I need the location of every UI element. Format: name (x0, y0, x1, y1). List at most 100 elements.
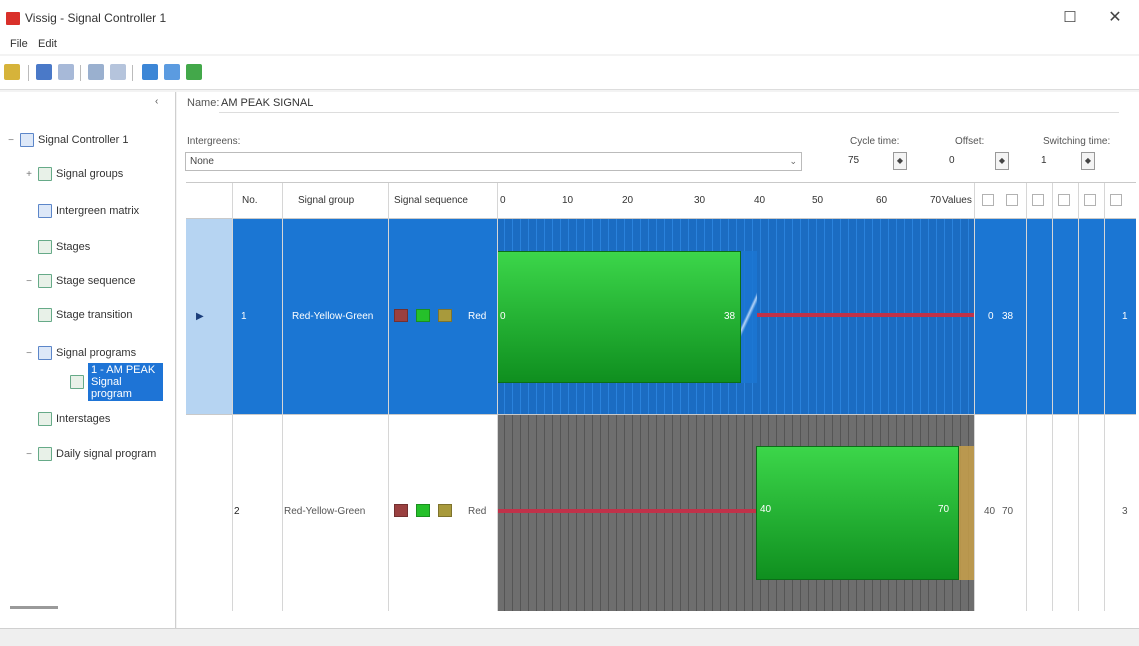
cycle-time-label: Cycle time: (850, 136, 900, 147)
tree-toggle[interactable]: + (24, 169, 34, 180)
save-icon[interactable] (4, 64, 20, 80)
stage-transition-icon (38, 308, 52, 322)
name-label: Name: (187, 97, 220, 109)
green-end-label: 70 (938, 504, 950, 515)
green-end-label: 38 (724, 311, 736, 322)
intergreens-value: None (190, 156, 214, 167)
intergreens-label: Intergreens: (187, 136, 241, 147)
tree-item-intergreen-matrix[interactable]: Intergreen matrix (38, 201, 139, 221)
tree-item-label: Intergreen matrix (56, 205, 140, 217)
red-phase-line[interactable] (757, 313, 974, 317)
table-icon[interactable] (164, 64, 180, 80)
value-tail: 3 (1122, 506, 1128, 517)
cut-icon[interactable] (88, 64, 104, 80)
header-tick: 50 (812, 195, 824, 206)
green-phase-bar[interactable] (497, 251, 741, 383)
paste-icon[interactable] (110, 64, 126, 80)
tree-item-label: Stage transition (56, 309, 133, 321)
tree-toggle[interactable]: − (24, 348, 34, 359)
header-tick: 70 (930, 195, 942, 206)
tree-item-daily-signal-program[interactable]: − Daily signal program (24, 444, 156, 464)
switching-time-spinner[interactable]: ◆ (1081, 152, 1095, 170)
tree-item-label: 1 - AM PEAK Signal program (88, 363, 163, 401)
tree-item-interstages[interactable]: Interstages (38, 409, 110, 429)
tree-item-stage-sequence[interactable]: − Stage sequence (24, 271, 136, 291)
tree-toggle[interactable]: − (24, 276, 34, 287)
table-row-values (974, 219, 1136, 414)
header-tick: 30 (694, 195, 706, 206)
tree-item-stages[interactable]: Stages (38, 237, 90, 257)
matrix-icon (38, 204, 52, 218)
green-phase-bar[interactable] (756, 446, 959, 580)
undo-icon[interactable] (36, 64, 52, 80)
row-number: 1 (241, 311, 247, 322)
column-divider (1078, 183, 1079, 611)
tree-toggle[interactable]: − (24, 449, 34, 460)
red-sequence-swatch (394, 504, 408, 517)
amber-sequence-swatch (438, 504, 452, 517)
tree-item-signal-groups[interactable]: + Signal groups (24, 164, 123, 184)
red-sequence-swatch (394, 309, 408, 322)
intergreens-select[interactable]: None ⌄ (185, 152, 802, 171)
value-tail: 1 (1122, 311, 1128, 322)
tree-item-label: Daily signal program (56, 448, 157, 460)
value-b: 38 (1002, 311, 1014, 322)
offset-spinner[interactable]: ◆ (995, 152, 1009, 170)
green-start-label: 0 (500, 311, 506, 322)
amber-phase-bar[interactable] (959, 446, 974, 580)
row-arrow-icon: ▶ (196, 311, 204, 322)
green-state-swatch (1058, 194, 1070, 206)
cycle-time-spinner[interactable]: ◆ (893, 152, 907, 170)
tree-item-am-peak[interactable]: 1 - AM PEAK Signal program (70, 363, 163, 401)
app-icon (6, 12, 20, 25)
menu-file[interactable]: File (10, 38, 28, 50)
cycle-time-field[interactable]: 75 (848, 152, 859, 171)
redo-icon[interactable] (58, 64, 74, 80)
title-bar: Vissig - Signal Controller 1 ☐ ✕ (0, 0, 1139, 36)
settings-icon[interactable] (186, 64, 202, 80)
chart-icon[interactable] (142, 64, 158, 80)
tree-toggle[interactable]: − (6, 135, 16, 146)
tree-item-label: Signal Controller 1 (38, 134, 129, 146)
header-tick: 60 (876, 195, 888, 206)
toolbar (0, 56, 1139, 90)
horizontal-scrollbar[interactable] (10, 606, 58, 609)
header-no[interactable]: No. (242, 183, 258, 218)
header-tick: 40 (754, 195, 766, 206)
row-signal-group: Red-Yellow-Green (284, 506, 366, 517)
red-phase-line[interactable] (497, 509, 756, 513)
menu-bar: File Edit (0, 36, 1139, 54)
signal-programs-icon (38, 346, 52, 360)
chevron-down-icon: ⌄ (789, 156, 797, 166)
switching-time-field[interactable]: 1 (1041, 152, 1047, 171)
toolbar-separator (80, 65, 81, 81)
green-state-swatch (1006, 194, 1018, 206)
header-values: Values (942, 195, 972, 206)
tree-panel: ‹ − Signal Controller 1 + Signal groups … (0, 92, 176, 628)
amber-sequence-swatch (438, 309, 452, 322)
tree-item-signal-programs[interactable]: − Signal programs (24, 343, 136, 363)
tree-item-label: Interstages (56, 413, 111, 425)
tree-item-signal-controller[interactable]: − Signal Controller 1 (6, 130, 129, 150)
tree-item-stage-transition[interactable]: Stage transition (38, 305, 132, 325)
amber-phase-bar[interactable] (741, 251, 757, 383)
header-signal-sequence[interactable]: Signal sequence (394, 183, 494, 218)
header-signal-group[interactable]: Signal group (298, 183, 354, 218)
offset-label: Offset: (955, 136, 985, 147)
column-divider (232, 183, 233, 611)
menu-edit[interactable]: Edit (38, 38, 57, 50)
column-divider (1052, 183, 1053, 611)
name-field[interactable]: AM PEAK SIGNAL (219, 95, 1119, 113)
column-divider (388, 183, 389, 611)
header-tick: 10 (562, 195, 574, 206)
sequence-label: Red (468, 506, 487, 517)
close-button[interactable]: ✕ (1099, 8, 1131, 30)
toolbar-separator (132, 65, 133, 81)
maximize-button[interactable]: ☐ (1054, 8, 1086, 30)
collapse-panel-button[interactable]: ‹ (155, 96, 158, 107)
row-selector[interactable] (186, 219, 232, 414)
header-tick: 0 (500, 195, 506, 206)
offset-field[interactable]: 0 (949, 152, 955, 171)
toolbar-separator (28, 65, 29, 81)
status-bar (0, 628, 1139, 646)
